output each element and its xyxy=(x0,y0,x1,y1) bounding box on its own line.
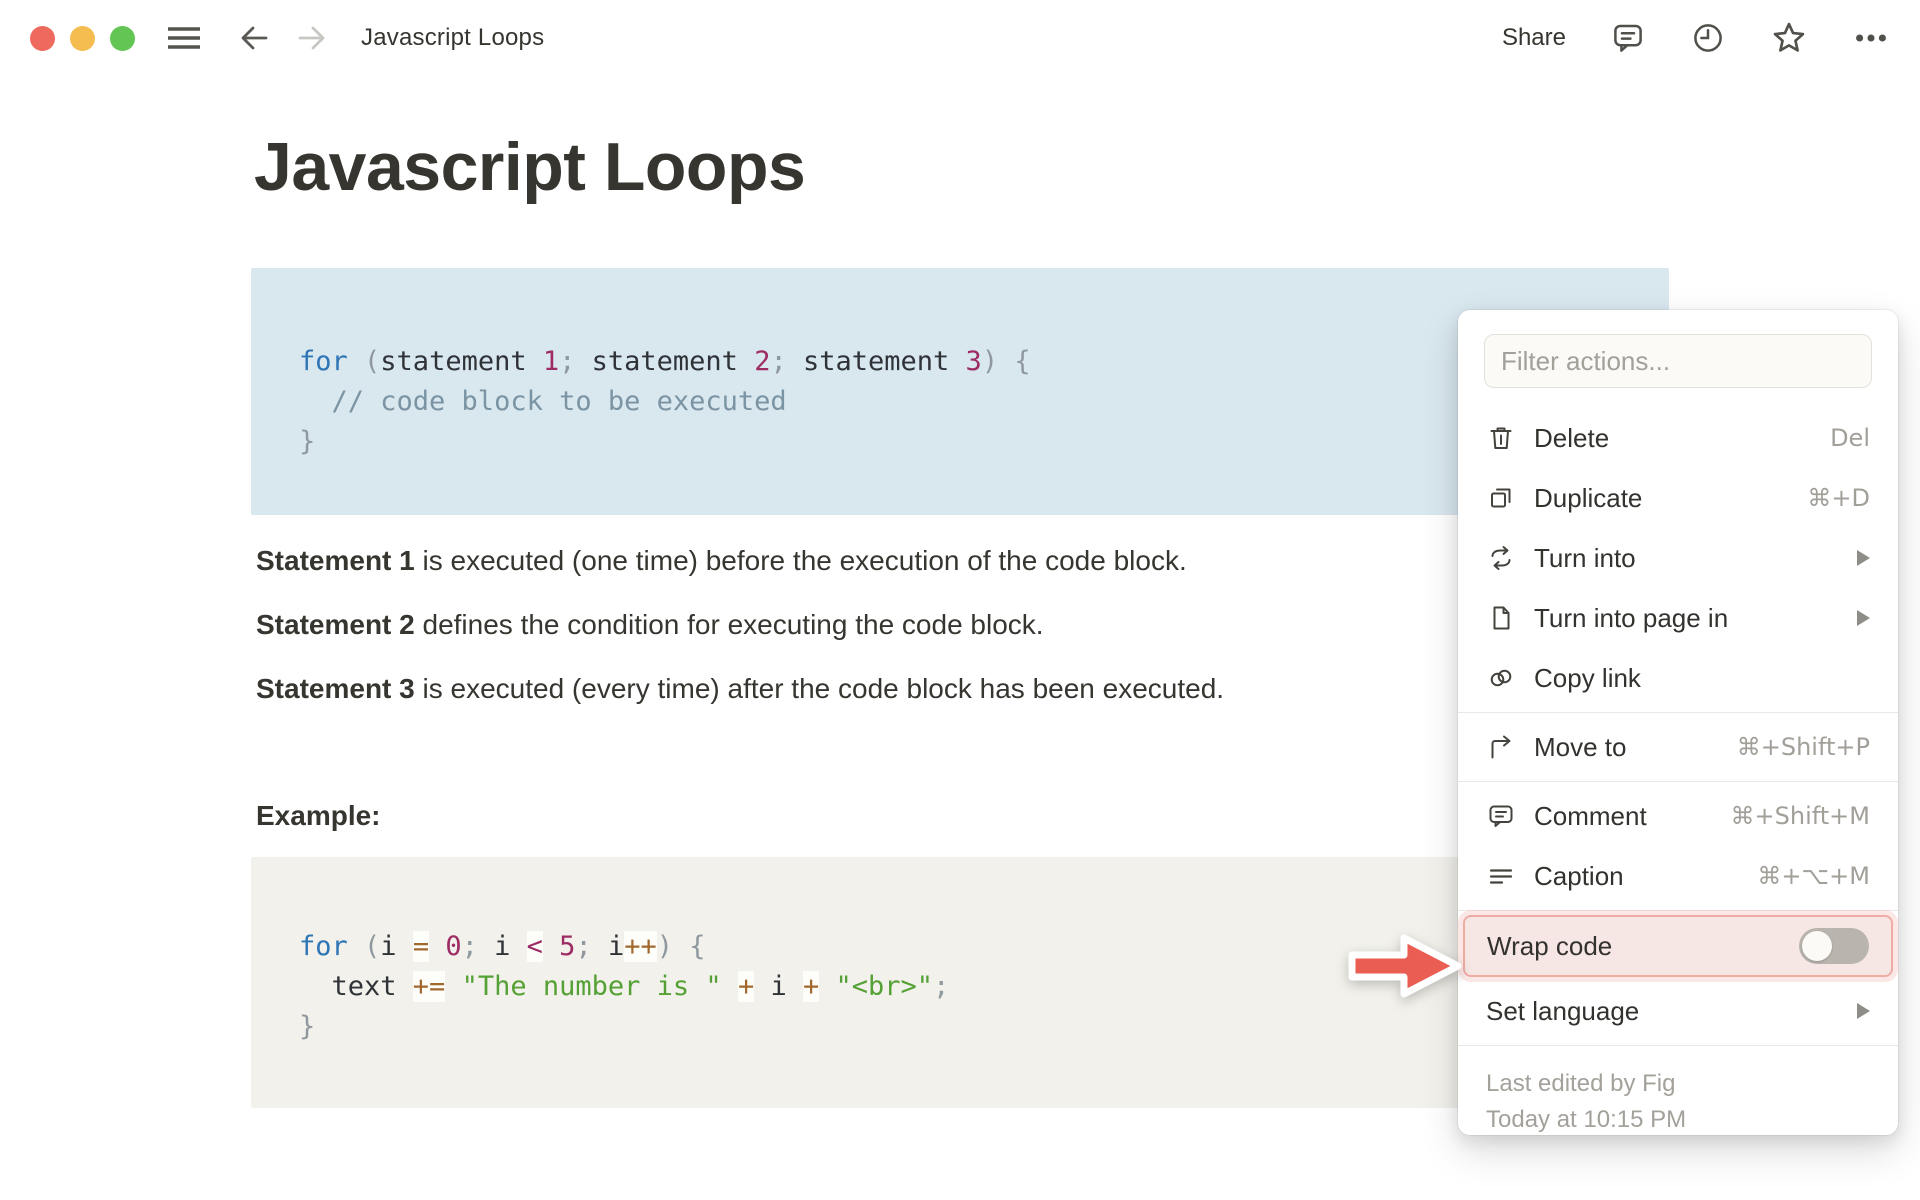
more-options-ellipsis-icon[interactable] xyxy=(1852,19,1890,57)
shortcut-label: ⌘+⌥+M xyxy=(1757,862,1870,890)
statement-3-paragraph: Statement 3 is executed (every time) aft… xyxy=(256,673,1225,704)
minimize-window-button[interactable] xyxy=(70,25,95,51)
shortcut-label: ⌘+Shift+M xyxy=(1730,802,1870,830)
page-icon xyxy=(1486,603,1516,633)
submenu-arrow-icon xyxy=(1857,550,1870,566)
link-icon xyxy=(1486,663,1516,693)
last-edited-time: Today at 10:15 PM xyxy=(1486,1106,1687,1133)
menu-item-delete[interactable]: Delete Del xyxy=(1458,408,1898,468)
title-bar: Javascript Loops Share xyxy=(0,0,1920,76)
comments-icon[interactable] xyxy=(1610,20,1646,56)
menu-divider xyxy=(1458,1045,1898,1046)
wrap-code-toggle-off[interactable] xyxy=(1799,928,1869,964)
menu-item-move-to[interactable]: Move to ⌘+Shift+P xyxy=(1458,717,1898,777)
statement-1-paragraph: Statement 1 is executed (one time) befor… xyxy=(256,545,1187,576)
example-heading: Example: xyxy=(256,800,381,831)
menu-item-set-language[interactable]: Set language xyxy=(1458,981,1898,1041)
traffic-lights xyxy=(30,25,135,51)
page-title: Javascript Loops xyxy=(254,129,806,205)
annotation-arrow-icon xyxy=(1344,924,1466,1008)
turn-into-icon xyxy=(1486,543,1516,573)
duplicate-icon xyxy=(1486,483,1516,513)
menu-divider xyxy=(1458,712,1898,713)
trash-icon xyxy=(1486,423,1516,453)
breadcrumb-page-title: Javascript Loops xyxy=(361,24,545,51)
submenu-arrow-icon xyxy=(1857,610,1870,626)
submenu-arrow-icon xyxy=(1857,1003,1870,1019)
menu-item-caption[interactable]: Caption ⌘+⌥+M xyxy=(1458,846,1898,906)
filter-actions-input[interactable] xyxy=(1484,334,1872,388)
menu-item-duplicate[interactable]: Duplicate ⌘+D xyxy=(1458,468,1898,528)
back-arrow-icon[interactable] xyxy=(237,21,271,55)
menu-item-wrap-code[interactable]: Wrap code xyxy=(1463,915,1893,977)
caption-icon xyxy=(1486,861,1516,891)
code-block-syntax[interactable]: for (statement 1; statement 2; statement… xyxy=(251,268,1669,515)
close-window-button[interactable] xyxy=(30,25,55,51)
menu-item-turn-into-page-in[interactable]: Turn into page in xyxy=(1458,588,1898,648)
shortcut-label: ⌘+D xyxy=(1807,484,1870,512)
body-text: Statement 1 is executed (one time) befor… xyxy=(256,544,1224,736)
menu-divider xyxy=(1458,910,1898,911)
block-actions-menu: Delete Del Duplicate ⌘+D Turn into Turn … xyxy=(1458,310,1898,1135)
menu-item-copy-link[interactable]: Copy link xyxy=(1458,648,1898,708)
shortcut-label: Del xyxy=(1830,424,1870,452)
statement-2-paragraph: Statement 2 defines the condition for ex… xyxy=(256,609,1044,640)
share-button[interactable]: Share xyxy=(1502,24,1566,52)
favorite-star-icon[interactable] xyxy=(1770,19,1808,57)
shortcut-label: ⌘+Shift+P xyxy=(1736,733,1870,761)
move-to-icon xyxy=(1486,732,1516,762)
menu-divider xyxy=(1458,781,1898,782)
app-window: Javascript Loops Share Javascript Loops … xyxy=(0,0,1920,1200)
last-edited-by: Last edited by Fig xyxy=(1486,1070,1676,1097)
menu-item-comment[interactable]: Comment ⌘+Shift+M xyxy=(1458,786,1898,846)
zoom-window-button[interactable] xyxy=(110,25,135,51)
menu-item-turn-into[interactable]: Turn into xyxy=(1458,528,1898,588)
updates-clock-icon[interactable] xyxy=(1690,20,1726,56)
menu-footer: Last edited by Fig Today at 10:15 PM xyxy=(1458,1050,1898,1135)
forward-arrow-icon[interactable] xyxy=(295,21,329,55)
filter-actions-container xyxy=(1458,310,1898,408)
toggle-knob xyxy=(1802,931,1832,961)
comment-icon xyxy=(1486,801,1516,831)
sidebar-menu-icon[interactable] xyxy=(165,21,203,55)
